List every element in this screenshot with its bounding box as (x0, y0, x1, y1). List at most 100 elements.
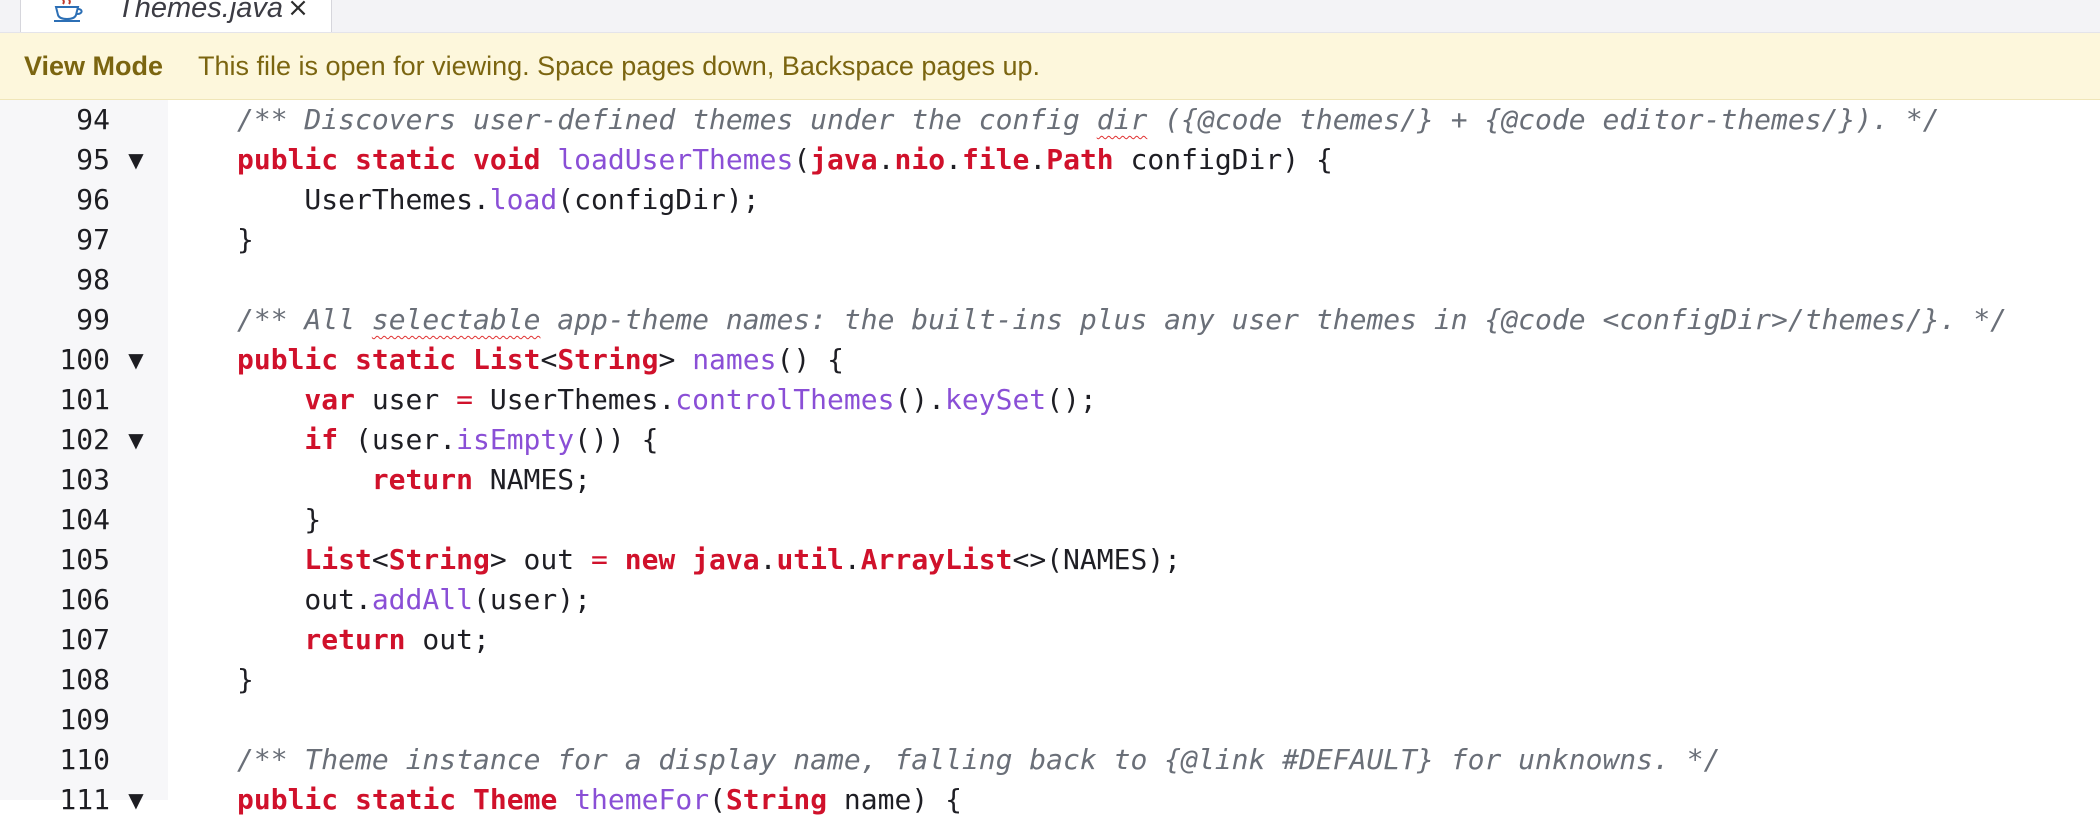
code-line: 111 ▼ public static Theme themeFor(String … (0, 780, 2100, 820)
code-token: dir (1096, 103, 1148, 136)
code-line: 108} (0, 660, 2100, 700)
code-token: isEmpty (456, 423, 575, 456)
code-token: app-theme names: the built-ins plus any … (540, 303, 2008, 336)
code-token: out. (304, 583, 372, 616)
line-number: 100 (59, 343, 110, 376)
code-token: UserThemes. (472, 383, 676, 416)
code-token: } (237, 663, 254, 696)
java-cup-icon (51, 0, 85, 23)
code-token: out; (405, 623, 490, 656)
code-token: public (237, 143, 339, 176)
line-number: 108 (59, 663, 110, 696)
code-token: > (658, 343, 693, 376)
code-token: /** All (237, 303, 372, 336)
code-line: 95 ▼ public static void loadUserThemes(jav… (0, 140, 2100, 180)
code-token: nio (894, 143, 946, 176)
code-token: user (354, 383, 457, 416)
line-number: 106 (59, 583, 110, 616)
code-token: static (355, 143, 457, 176)
code-text: UserThemes.load(configDir); (304, 180, 759, 220)
code-token: new (624, 543, 676, 576)
code-line: 102 ▼ if (user.isEmpty()) { (0, 420, 2100, 460)
code-line: 104} (0, 500, 2100, 540)
code-token: . (945, 143, 962, 176)
code-text: /** All selectable app-theme names: the … (237, 300, 2007, 340)
code-token: Path (1046, 143, 1114, 176)
code-token: names (692, 343, 777, 376)
fold-toggle-icon[interactable]: ▼ (126, 420, 146, 460)
line-number: 104 (59, 503, 110, 536)
code-text: public static void loadUserThemes(java.n… (237, 140, 1333, 180)
line-number: 101 (59, 383, 110, 416)
editor-tab-bar: Themes.java × (0, 0, 2100, 33)
code-token: } (237, 223, 254, 256)
code-token: configDir) { (1113, 143, 1333, 176)
code-token: load (489, 183, 558, 216)
code-token: < (371, 543, 389, 576)
tab-themes-java[interactable]: Themes.java × (20, 0, 332, 32)
code-token: /** Theme instance for a display name, f… (237, 743, 1721, 776)
code-line: 110 /** Theme instance for a display name… (0, 740, 2100, 780)
code-token: var (304, 383, 355, 416)
code-token: (user); (472, 583, 591, 616)
code-text: /** Theme instance for a display name, f… (237, 740, 1720, 780)
code-token: (); (1046, 383, 1097, 416)
code-line: 97} (0, 220, 2100, 260)
fold-toggle-icon[interactable]: ▼ (126, 340, 146, 380)
code-token: () { (776, 343, 844, 376)
fold-toggle-icon[interactable]: ▼ (126, 140, 146, 180)
view-mode-message: This file is open for viewing. Space pag… (198, 51, 1040, 81)
line-number: 105 (59, 543, 110, 576)
code-text: var user = UserThemes.controlThemes().ke… (304, 380, 1096, 420)
code-token: (). (894, 383, 946, 416)
line-number: 102 (59, 423, 110, 456)
code-token: public (237, 343, 339, 376)
line-number: 97 (76, 223, 110, 256)
code-line: 100 ▼ public static List<String> names() { (0, 340, 2100, 380)
code-token: < (540, 343, 558, 376)
code-token: ()) { (574, 423, 659, 456)
close-tab-icon[interactable]: × (283, 0, 313, 23)
code-token: . (877, 143, 895, 176)
code-line: 103 return NAMES; (0, 460, 2100, 500)
code-token: NAMES; (472, 463, 591, 496)
code-token: keySet (945, 383, 1047, 416)
code-token: file (961, 143, 1030, 176)
code-token: /** Discovers user-defined themes under … (237, 103, 1097, 136)
code-line: 109 (0, 700, 2100, 740)
code-token: . (843, 543, 861, 576)
code-text: return out; (304, 620, 489, 660)
line-number: 94 (76, 103, 110, 136)
code-line: 98 (0, 260, 2100, 300)
code-token: = (591, 543, 608, 576)
code-text: public static Theme themeFor(String name… (237, 780, 962, 820)
line-number: 109 (59, 703, 110, 736)
code-text: public static List<String> names() { (237, 340, 844, 380)
fold-toggle-icon[interactable]: ▼ (126, 780, 146, 820)
line-number: 111 (59, 783, 110, 816)
line-number: 95 (76, 143, 110, 176)
line-number: 96 (76, 183, 110, 216)
code-token: String (557, 343, 659, 376)
code-text: } (304, 500, 321, 540)
code-token: ({@code themes/} + {@code editor-themes/… (1147, 103, 1940, 136)
line-number: 99 (76, 303, 110, 336)
code-token: addAll (371, 583, 473, 616)
code-token: (user. (338, 423, 457, 456)
code-text: if (user.isEmpty()) { (304, 420, 658, 460)
code-text: return NAMES; (372, 460, 591, 500)
code-line: 106 out.addAll(user); (0, 580, 2100, 620)
code-token: controlThemes (675, 383, 895, 416)
code-token: if (304, 423, 339, 456)
line-number: 110 (59, 743, 110, 776)
code-line: 99 /** All selectable app-theme names: th… (0, 300, 2100, 340)
code-token: (configDir); (557, 183, 760, 216)
code-text: out.addAll(user); (304, 580, 591, 620)
code-line: 94 /** Discovers user-defined themes unde… (0, 100, 2100, 140)
